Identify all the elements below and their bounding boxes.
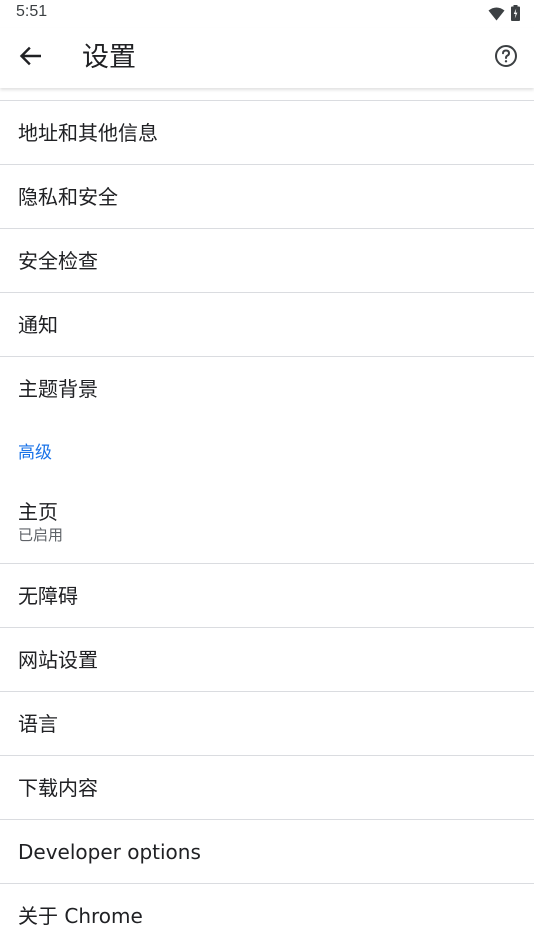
settings-list: 地址和其他信息 隐私和安全 安全检查 通知 主题背景 高级 主页 已启用 无障碍… (0, 100, 534, 947)
app-bar: 设置 (0, 28, 534, 88)
wifi-icon (488, 6, 505, 25)
setting-notifications[interactable]: 通知 (0, 293, 534, 357)
setting-label: 隐私和安全 (18, 184, 118, 209)
setting-about-chrome[interactable]: 关于 Chrome (0, 884, 534, 947)
setting-homepage[interactable]: 主页 已启用 (0, 480, 534, 564)
setting-label: 安全检查 (18, 248, 98, 273)
setting-theme[interactable]: 主题背景 (0, 357, 534, 420)
setting-addresses[interactable]: 地址和其他信息 (0, 101, 534, 165)
setting-label: 主题背景 (18, 376, 98, 401)
setting-label: 关于 Chrome (18, 903, 143, 928)
setting-developer-options[interactable]: Developer options (0, 820, 534, 884)
setting-label: Developer options (18, 839, 201, 864)
setting-safety-check[interactable]: 安全检查 (0, 229, 534, 293)
status-time: 5:51 (16, 3, 48, 20)
setting-label: 通知 (18, 312, 58, 337)
section-header-advanced: 高级 (18, 442, 52, 463)
setting-downloads[interactable]: 下载内容 (0, 756, 534, 820)
setting-label: 地址和其他信息 (18, 120, 158, 145)
back-button[interactable] (14, 44, 46, 72)
setting-site-settings[interactable]: 网站设置 (0, 628, 534, 692)
setting-label: 主页 (18, 499, 58, 524)
setting-label: 无障碍 (18, 583, 78, 608)
setting-privacy-security[interactable]: 隐私和安全 (0, 165, 534, 229)
status-bar: 5:51 (0, 0, 534, 28)
battery-icon (511, 5, 520, 25)
setting-languages[interactable]: 语言 (0, 692, 534, 756)
setting-label: 语言 (18, 711, 58, 736)
setting-sublabel: 已启用 (18, 525, 64, 544)
status-icons (488, 5, 520, 25)
help-button[interactable] (492, 44, 520, 72)
setting-accessibility[interactable]: 无障碍 (0, 564, 534, 628)
setting-label: 网站设置 (18, 647, 98, 672)
arrow-back-icon (19, 46, 42, 70)
page-title: 设置 (82, 42, 136, 73)
help-circle-icon (494, 44, 518, 72)
setting-label: 下载内容 (18, 775, 98, 800)
